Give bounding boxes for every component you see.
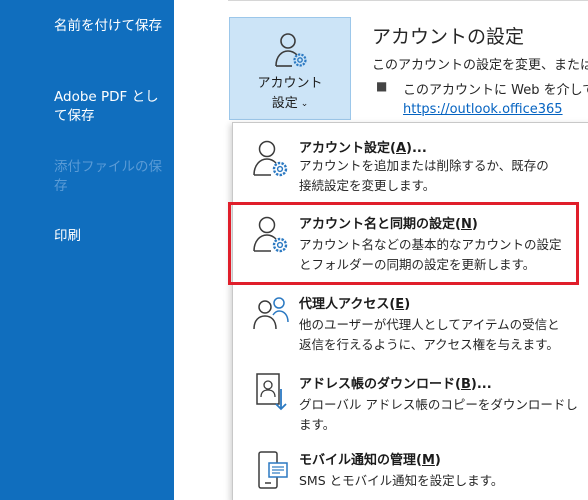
menu-item-title: 代理人アクセス(E) — [299, 297, 411, 312]
chevron-down-icon: ⌄ — [300, 99, 309, 109]
menu-item-title: アドレス帳のダウンロード(B)... — [299, 377, 492, 392]
nav-save-as[interactable]: 名前を付けて保存 — [54, 17, 170, 36]
menu-item-title: モバイル通知の管理(M) — [299, 453, 441, 468]
menu-item-mobile-notifications[interactable]: モバイル通知の管理(M) SMS とモバイル通知を設定します。 — [233, 443, 588, 500]
menu-item-title: アカウント名と同期の設定(N) — [299, 217, 478, 232]
mobile-notification-icon — [251, 449, 291, 493]
account-settings-dropdown: アカウント設定(A)... アカウントを追加または削除するか、既存の 接続設定を… — [232, 122, 588, 500]
account-settings-button[interactable]: アカウント 設定 ⌄ — [229, 17, 351, 120]
backstage-sidebar: 名前を付けて保存 Adobe PDF として保存 添付ファイルの保存 印刷 — [0, 0, 174, 500]
nav-print[interactable]: 印刷 — [54, 227, 170, 246]
menu-item-account-settings[interactable]: アカウント設定(A)... アカウントを追加または削除するか、既存の 接続設定を… — [233, 123, 588, 203]
account-button-label-line2: 設定 ⌄ — [271, 96, 309, 111]
menu-item-address-book-download[interactable]: アドレス帳のダウンロード(B)... グローバル アドレス帳のコピーをダウンロー… — [233, 367, 588, 447]
account-sync-settings-icon — [251, 213, 291, 257]
menu-item-description: アカウント名などの基本的なアカウントの設定 とフォルダーの同期の設定を更新します… — [299, 237, 562, 272]
menu-item-description: グローバル アドレス帳のコピーをダウンロードし ます。 — [299, 397, 578, 432]
section-description: このアカウントの設定を変更、または追 — [372, 58, 588, 73]
bullet-text: このアカウントに Web を介して — [403, 83, 588, 98]
account-button-label-line1: アカウント — [257, 76, 323, 91]
menu-item-description: SMS とモバイル通知を設定します。 — [299, 473, 504, 488]
menu-item-title: アカウント設定(A)... — [299, 141, 427, 156]
account-gear-icon — [274, 30, 310, 70]
address-book-download-icon — [251, 371, 291, 415]
menu-item-description: アカウントを追加または削除するか、既存の 接続設定を変更します。 — [299, 158, 549, 193]
nav-save-as-adobe-pdf[interactable]: Adobe PDF として保存 — [54, 88, 170, 126]
outlook-web-link[interactable]: https://outlook.office365 — [403, 102, 563, 117]
section-title: アカウントの設定 — [372, 26, 525, 48]
menu-item-description: 他のユーザーが代理人としてアイテムの受信と 返信を行えるように、アクセス権を与え… — [299, 317, 560, 352]
nav-save-attachments: 添付ファイルの保存 — [54, 159, 162, 194]
account-settings-icon — [251, 137, 291, 181]
menu-item-account-name-sync[interactable]: アカウント名と同期の設定(N) アカウント名などの基本的なアカウントの設定 とフ… — [233, 203, 588, 283]
section-divider — [228, 0, 588, 4]
delegate-access-icon — [251, 293, 291, 337]
menu-item-delegate-access[interactable]: 代理人アクセス(E) 他のユーザーが代理人としてアイテムの受信と 返信を行えるよ… — [233, 287, 588, 367]
bullet-icon: ■ — [376, 79, 388, 93]
